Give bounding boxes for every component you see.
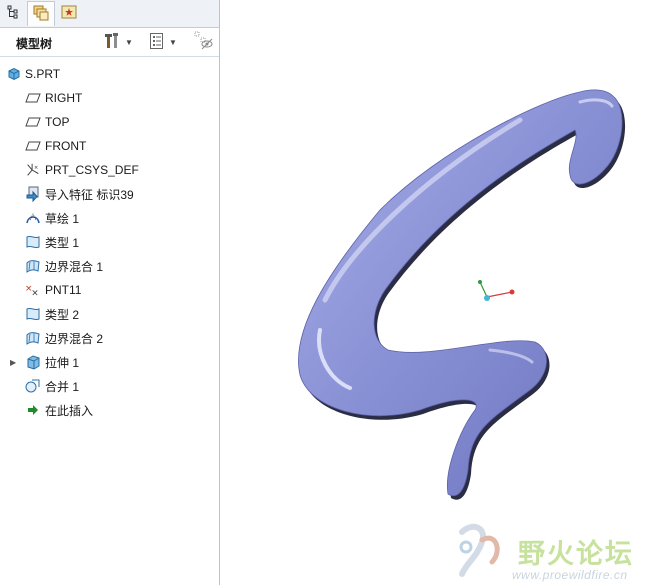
- part-icon: [6, 66, 22, 82]
- tree-item-label: 合并 1: [45, 379, 80, 394]
- tree-item-label: PRT_CSYS_DEF: [45, 163, 139, 177]
- tree-item-import[interactable]: 导入特征 标识39: [0, 182, 219, 206]
- star-icon: [60, 3, 78, 24]
- watermark: 野火论坛 www.proewildfire.cn: [220, 512, 658, 585]
- datum-point-icon: × ×: [25, 282, 41, 298]
- style-surface-icon: [25, 234, 41, 250]
- model-tree-tab[interactable]: [0, 1, 26, 25]
- chevron-down-icon: ▼: [125, 37, 133, 47]
- watermark-url: www.proewildfire.cn: [512, 568, 628, 582]
- tree-item-label: PNT11: [45, 283, 82, 297]
- tree-item-sketch[interactable]: 草绘 1: [0, 206, 219, 230]
- svg-text:×: ×: [31, 288, 38, 298]
- sketch-icon: [25, 210, 41, 226]
- datum-plane-icon: [25, 138, 41, 154]
- merge-icon: [25, 378, 41, 394]
- tree-item-extrude[interactable]: ▶ 拉伸 1: [0, 350, 219, 374]
- coordinate-triad: [478, 280, 515, 301]
- import-feature-icon: [25, 186, 41, 202]
- tree-item-point[interactable]: × × PNT11: [0, 278, 219, 302]
- tree-item-insert-here[interactable]: 在此插入: [0, 398, 219, 422]
- tree-item-label: 导入特征 标识39: [45, 187, 134, 202]
- watermark-title: 野火论坛: [518, 539, 634, 570]
- tree-structure-icon: [5, 4, 21, 23]
- tree-item-label: 边界混合 1: [45, 259, 104, 274]
- extrude-icon: [25, 354, 41, 370]
- show-dropdown-button[interactable]: ▼: [148, 32, 177, 52]
- list-icon: [148, 32, 166, 53]
- tree-item-merge[interactable]: 合并 1: [0, 374, 219, 398]
- tree-title: 模型树: [16, 37, 53, 51]
- tree-item-label: 在此插入: [45, 403, 94, 418]
- watermark-logo-icon: [459, 523, 500, 577]
- graphics-viewport[interactable]: 野火论坛 www.proewildfire.cn: [220, 0, 658, 585]
- datum-plane-icon: [25, 90, 41, 106]
- style-surface-icon: [25, 306, 41, 322]
- tree-item-boundary-2[interactable]: 边界混合 2: [0, 326, 219, 350]
- tree-item-label: 类型 2: [45, 307, 80, 322]
- tree-root[interactable]: S.PRT: [0, 62, 219, 86]
- filter-button[interactable]: [194, 31, 214, 54]
- folders-icon: [32, 4, 50, 25]
- tree-item-right[interactable]: RIGHT: [0, 86, 219, 110]
- insert-here-icon: [25, 402, 41, 418]
- tree-item-style-1[interactable]: 类型 1: [0, 230, 219, 254]
- tree-item-style-2[interactable]: 类型 2: [0, 302, 219, 326]
- expand-arrow-icon[interactable]: ▶: [10, 358, 20, 367]
- model-tree: S.PRT RIGHT TOP FRONT × PRT_CSYS_DEF 导入特…: [0, 62, 219, 422]
- folder-browser-tab[interactable]: [27, 1, 55, 26]
- chevron-down-icon: ▼: [169, 37, 177, 47]
- tools-icon: [104, 32, 122, 53]
- tree-item-label: 草绘 1: [45, 211, 80, 226]
- csys-icon: ×: [25, 162, 41, 178]
- tree-item-label: FRONT: [45, 139, 87, 153]
- tree-item-csys[interactable]: × PRT_CSYS_DEF: [0, 158, 219, 182]
- tree-header: 模型树 ▼ ▼: [0, 28, 219, 57]
- boundary-blend-icon: [25, 330, 41, 346]
- svg-text:×: ×: [34, 165, 38, 171]
- model-3d-shape: [298, 89, 626, 500]
- boundary-blend-icon: [25, 258, 41, 274]
- tree-item-label: TOP: [45, 115, 70, 129]
- tree-item-front[interactable]: FRONT: [0, 134, 219, 158]
- tree-item-top[interactable]: TOP: [0, 110, 219, 134]
- tree-item-label: 类型 1: [45, 235, 80, 250]
- settings-dropdown-button[interactable]: ▼: [104, 32, 133, 52]
- navigator-tab-strip: [0, 0, 219, 28]
- tree-item-label: RIGHT: [45, 91, 83, 105]
- model-tree-panel: 模型树 ▼ ▼ S.PRT RIGHT TOP FRONT × PRT_CSYS…: [0, 0, 220, 585]
- tree-item-boundary-1[interactable]: 边界混合 1: [0, 254, 219, 278]
- filter-icon: [194, 31, 214, 54]
- tree-item-label: 边界混合 2: [45, 331, 104, 346]
- favorites-tab[interactable]: [56, 1, 82, 25]
- tree-item-label: 拉伸 1: [45, 355, 80, 370]
- tree-root-label: S.PRT: [25, 67, 61, 81]
- datum-plane-icon: [25, 114, 41, 130]
